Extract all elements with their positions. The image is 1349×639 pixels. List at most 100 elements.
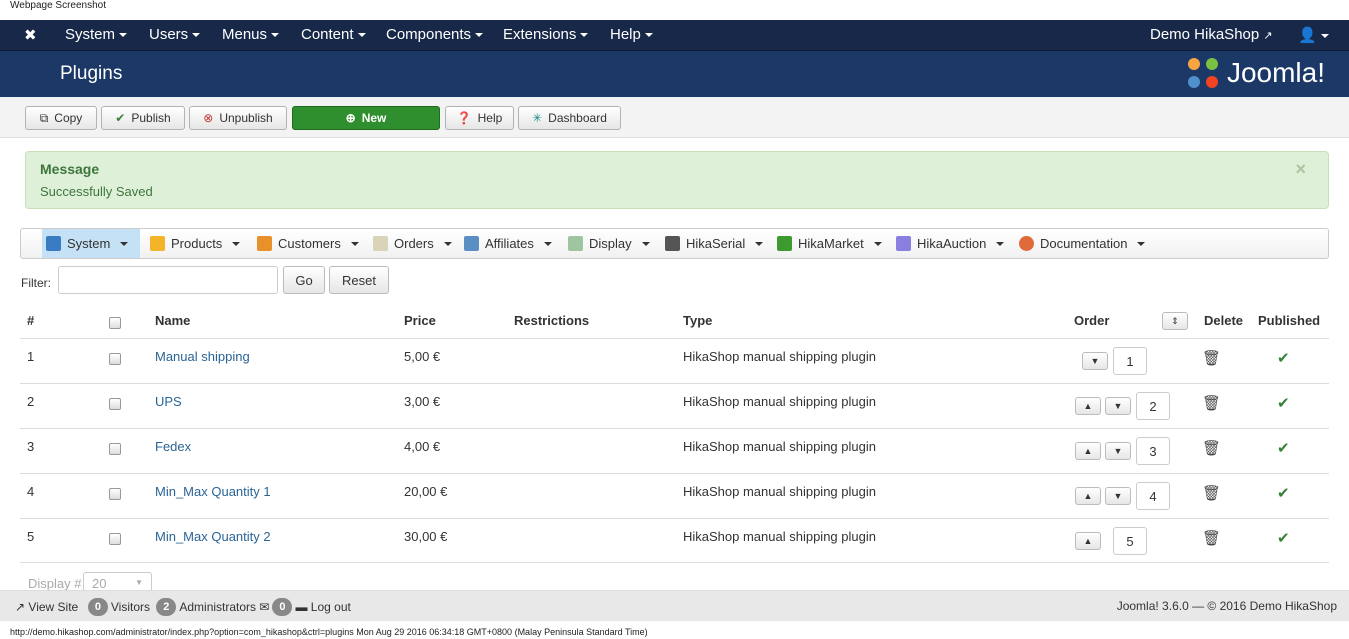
nav-label: Users: [149, 26, 189, 43]
move-up-button[interactable]: ▲: [1075, 442, 1101, 460]
help-button[interactable]: ❓ Help: [445, 106, 514, 130]
move-up-button[interactable]: ▲: [1075, 487, 1101, 505]
order-input[interactable]: 1: [1113, 347, 1147, 375]
menu-hikamarket[interactable]: HikaMarket: [773, 229, 886, 258]
label: Documentation: [1040, 236, 1128, 251]
nav-users[interactable]: Users: [149, 26, 201, 43]
label: New: [361, 111, 387, 125]
col-name[interactable]: Name: [155, 313, 190, 328]
menu-affiliates[interactable]: Affiliates: [460, 229, 556, 258]
published-check-icon[interactable]: ✔: [1277, 349, 1290, 367]
joomla-icon[interactable]: ✖: [24, 26, 37, 44]
menu-orders[interactable]: Orders: [369, 229, 456, 258]
label: HikaSerial: [686, 236, 746, 251]
order-input[interactable]: 3: [1136, 437, 1170, 465]
row-checkbox[interactable]: [109, 443, 121, 455]
customers-icon: [257, 236, 272, 251]
published-check-icon[interactable]: ✔: [1277, 484, 1290, 502]
dashboard-icon: ✳: [532, 111, 543, 125]
save-order-button[interactable]: ⇕: [1162, 312, 1188, 330]
select-all-checkbox[interactable]: [109, 317, 121, 329]
trash-icon[interactable]: 🗑: [1202, 394, 1221, 412]
menu-documentation[interactable]: Documentation: [1015, 229, 1149, 258]
copy-button[interactable]: ⧉ Copy: [25, 106, 97, 130]
plugin-type: HikaShop manual shipping plugin: [683, 484, 876, 499]
copy-icon: ⧉: [39, 110, 49, 125]
label: Dashboard: [548, 111, 607, 125]
logo-text: Joomla!: [1226, 57, 1325, 88]
nav-content[interactable]: Content: [301, 26, 366, 43]
nav-help[interactable]: Help: [610, 26, 653, 43]
messages-badge[interactable]: 0: [272, 598, 293, 616]
external-link-icon: ↗: [15, 600, 26, 614]
col-order[interactable]: Order: [1074, 313, 1109, 328]
col-num: #: [27, 313, 35, 328]
row-number: 3: [27, 439, 35, 454]
nav-label: Help: [610, 26, 641, 43]
minus-icon: ▬: [295, 600, 308, 614]
visitors-link[interactable]: Visitors: [111, 600, 150, 614]
close-icon[interactable]: ×: [1295, 159, 1306, 180]
menu-display[interactable]: Display: [564, 229, 654, 258]
admins-link[interactable]: Administrators: [179, 600, 256, 614]
move-up-button[interactable]: ▲: [1075, 532, 1101, 550]
table-row: 5 Min_Max Quantity 2 30,00 € HikaShop ma…: [20, 518, 1329, 563]
plugin-name-link[interactable]: Min_Max Quantity 1: [155, 484, 271, 499]
reset-button[interactable]: Reset: [329, 266, 389, 294]
move-down-button[interactable]: ▼: [1105, 397, 1131, 415]
label: HikaMarket: [798, 236, 864, 251]
move-down-button[interactable]: ▼: [1082, 352, 1108, 370]
menu-customers[interactable]: Customers: [253, 229, 363, 258]
nav-label: Components: [386, 26, 472, 43]
nav-menus[interactable]: Menus: [222, 26, 280, 43]
move-down-button[interactable]: ▼: [1105, 487, 1131, 505]
plugin-name-link[interactable]: Min_Max Quantity 2: [155, 529, 271, 544]
unpublish-button[interactable]: ⊗ Unpublish: [189, 106, 287, 130]
nav-extensions[interactable]: Extensions: [503, 26, 589, 43]
go-button[interactable]: Go: [283, 266, 325, 294]
check-icon: ✔: [115, 111, 126, 125]
admins-badge: 2: [156, 598, 177, 616]
col-type[interactable]: Type: [683, 313, 712, 328]
site-link[interactable]: Demo HikaShop ↗: [1150, 26, 1273, 43]
trash-icon[interactable]: 🗑: [1202, 484, 1221, 502]
row-number: 5: [27, 529, 35, 544]
user-menu[interactable]: 👤: [1298, 26, 1329, 44]
trash-icon[interactable]: 🗑: [1202, 529, 1221, 547]
published-check-icon[interactable]: ✔: [1277, 394, 1290, 412]
row-checkbox[interactable]: [109, 398, 121, 410]
row-checkbox[interactable]: [109, 533, 121, 545]
display-icon: [568, 236, 583, 251]
view-site-link[interactable]: View Site: [28, 600, 78, 614]
publish-button[interactable]: ✔ Publish: [101, 106, 185, 130]
nav-system[interactable]: System: [65, 26, 128, 43]
menu-hikaserial[interactable]: HikaSerial: [661, 229, 767, 258]
col-price[interactable]: Price: [404, 313, 436, 328]
plugin-name-link[interactable]: Manual shipping: [155, 349, 250, 364]
menu-products[interactable]: Products: [146, 229, 244, 258]
move-up-button[interactable]: ▲: [1075, 397, 1101, 415]
trash-icon[interactable]: 🗑: [1202, 349, 1221, 367]
published-check-icon[interactable]: ✔: [1277, 529, 1290, 547]
label: Unpublish: [219, 111, 273, 125]
plugin-name-link[interactable]: UPS: [155, 394, 182, 409]
order-input[interactable]: 4: [1136, 482, 1170, 510]
menu-system[interactable]: System: [42, 229, 140, 258]
dashboard-button[interactable]: ✳ Dashboard: [518, 106, 621, 130]
order-input[interactable]: 2: [1136, 392, 1170, 420]
nav-components[interactable]: Components: [386, 26, 484, 43]
plugin-name-link[interactable]: Fedex: [155, 439, 191, 454]
published-check-icon[interactable]: ✔: [1277, 439, 1290, 457]
filter-label: Filter:: [21, 276, 51, 290]
row-checkbox[interactable]: [109, 488, 121, 500]
logout-link[interactable]: Log out: [311, 600, 351, 614]
nav-label: Menus: [222, 26, 268, 43]
menu-hikaauction[interactable]: HikaAuction: [892, 229, 1008, 258]
new-button[interactable]: ⊕ New: [292, 106, 440, 130]
move-down-button[interactable]: ▼: [1105, 442, 1131, 460]
order-input[interactable]: 5: [1113, 527, 1147, 555]
filter-input[interactable]: [58, 266, 278, 294]
row-checkbox[interactable]: [109, 353, 121, 365]
trash-icon[interactable]: 🗑: [1202, 439, 1221, 457]
page-header: Plugins Joomla!: [0, 51, 1349, 97]
